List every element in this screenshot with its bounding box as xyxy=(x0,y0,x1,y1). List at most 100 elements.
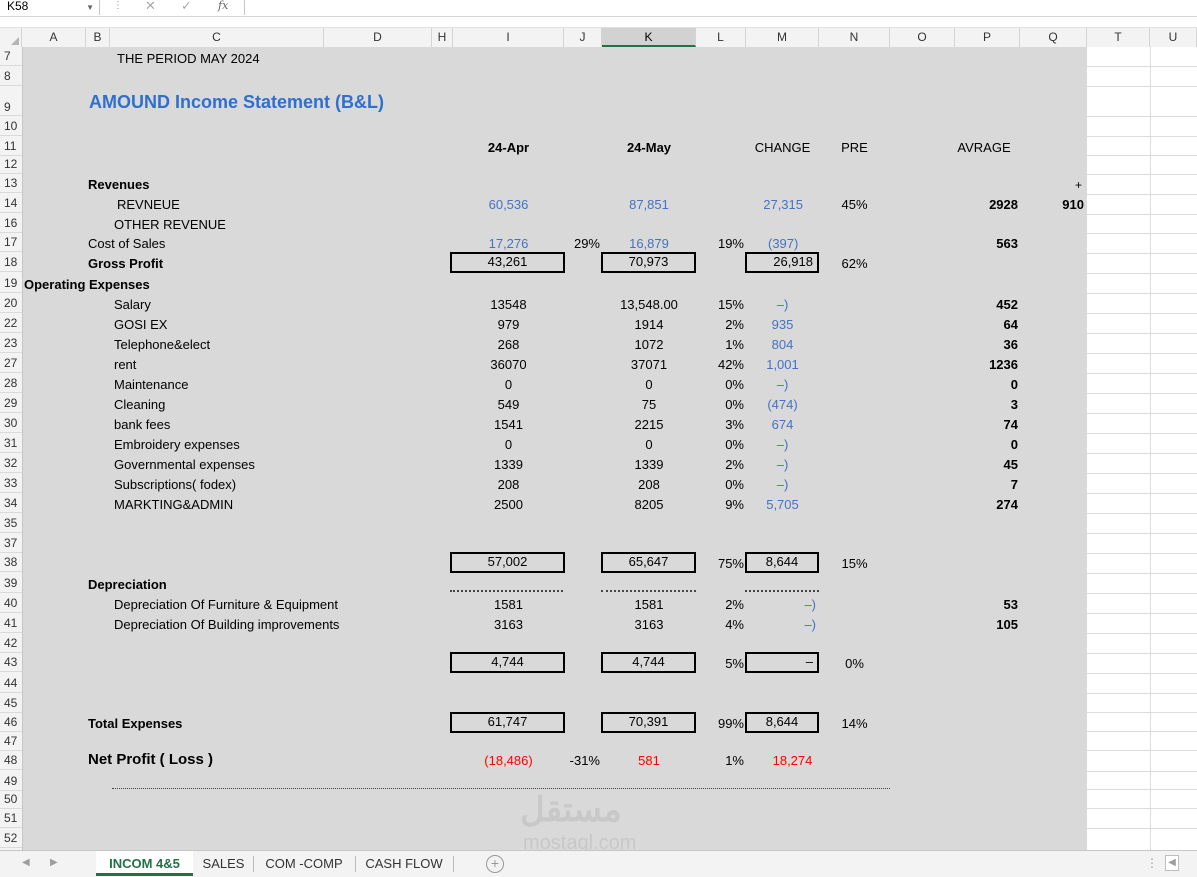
row-header[interactable]: 27 xyxy=(0,354,22,373)
row-header[interactable]: 29 xyxy=(0,394,22,413)
row-header[interactable]: 33 xyxy=(0,474,22,493)
row-header[interactable]: 39 xyxy=(0,574,22,593)
depreciation-item-apr: 3163 xyxy=(494,617,523,632)
total-expenses-pre: 14% xyxy=(841,716,868,731)
check-icon[interactable]: ✓ xyxy=(181,0,192,12)
col-header-u[interactable]: U xyxy=(1150,28,1197,47)
tab-cash-flow[interactable]: CASH FLOW xyxy=(356,851,452,876)
col-header-l[interactable]: L xyxy=(696,28,746,47)
expense-change: –) xyxy=(776,377,789,392)
tab-scroll-left-icon[interactable]: ◀ xyxy=(22,857,30,868)
scrollbar-grip-icon[interactable]: ⋮ xyxy=(1146,856,1158,870)
row-header[interactable]: 7 xyxy=(0,47,22,66)
net-profit-apr: (18,486) xyxy=(484,753,533,768)
row-header[interactable]: 47 xyxy=(0,732,22,751)
cost-of-sales-change: (397) xyxy=(768,236,799,251)
tab-com-comp[interactable]: COM -COMP xyxy=(254,851,354,876)
row-header[interactable]: 42 xyxy=(0,634,22,653)
row-header[interactable]: 9 xyxy=(0,87,22,116)
row-header[interactable]: 11 xyxy=(0,137,22,156)
row-header[interactable]: 8 xyxy=(0,67,22,86)
revenue-apr: 60,536 xyxy=(488,197,529,212)
net-profit-label: Net Profit ( Loss ) xyxy=(88,751,214,768)
total-expenses-pct: 99% xyxy=(717,716,744,731)
row-header[interactable]: 22 xyxy=(0,314,22,333)
col-header-c[interactable]: C xyxy=(110,28,324,47)
row-header[interactable]: 49 xyxy=(0,772,22,791)
expense-change: 804 xyxy=(771,337,794,352)
row-header[interactable]: 17 xyxy=(0,233,22,252)
expense-label: Governmental expenses xyxy=(114,457,255,472)
formula-bar-grip-icon[interactable]: ⋮ xyxy=(113,0,123,12)
expense-label: Embroidery expenses xyxy=(114,437,240,452)
row-header[interactable]: 14 xyxy=(0,194,22,213)
expense-change: –) xyxy=(776,297,789,312)
tab-sales[interactable]: SALES xyxy=(195,851,252,876)
row-header[interactable]: 20 xyxy=(0,294,22,313)
col-header-a[interactable]: A xyxy=(22,28,86,47)
row-header[interactable]: 32 xyxy=(0,454,22,473)
col-header-n[interactable]: N xyxy=(819,28,890,47)
cancel-icon[interactable]: ✕ xyxy=(145,0,156,12)
function-icon[interactable]: fx xyxy=(218,0,228,12)
row-header[interactable]: 43 xyxy=(0,653,22,672)
row-header[interactable]: 46 xyxy=(0,713,22,732)
select-all-button[interactable] xyxy=(0,28,22,47)
row-header[interactable]: 34 xyxy=(0,494,22,513)
col-header-b[interactable]: B xyxy=(86,28,110,47)
expense-may: 1072 xyxy=(634,337,664,352)
row-header[interactable]: 16 xyxy=(0,214,22,233)
row-header[interactable]: 38 xyxy=(0,553,22,572)
tab-scroll-right-icon[interactable]: ▶ xyxy=(50,857,58,868)
header-change: CHANGE xyxy=(754,140,811,155)
row-header[interactable]: 30 xyxy=(0,414,22,433)
row-header[interactable]: 28 xyxy=(0,374,22,393)
name-box[interactable]: K58 ▼ xyxy=(0,0,100,15)
col-header-j[interactable]: J xyxy=(564,28,602,47)
row-header[interactable]: 10 xyxy=(0,117,22,136)
col-header-m[interactable]: M xyxy=(746,28,819,47)
col-header-k[interactable]: K xyxy=(602,28,696,47)
col-header-t[interactable]: T xyxy=(1087,28,1150,47)
chevron-down-icon[interactable]: ▼ xyxy=(86,1,94,14)
hscroll-left-icon[interactable]: ◀ xyxy=(1165,855,1179,871)
row-header[interactable]: 45 xyxy=(0,694,22,713)
empty-grid-area[interactable] xyxy=(1087,47,1197,850)
col-header-i[interactable]: I xyxy=(453,28,564,47)
cost-of-sales-avg: 563 xyxy=(996,236,1018,251)
tab-incom-4-5[interactable]: INCOM 4&5 xyxy=(96,851,193,876)
expense-apr: 0 xyxy=(504,437,513,452)
row-header[interactable]: 12 xyxy=(0,155,22,174)
row-header[interactable]: 40 xyxy=(0,594,22,613)
col-header-h[interactable]: H xyxy=(432,28,453,47)
expense-label: rent xyxy=(114,357,137,372)
revenue-change: 27,315 xyxy=(763,197,803,212)
formula-input[interactable] xyxy=(246,0,1197,15)
row-header[interactable]: 37 xyxy=(0,534,22,553)
row-header[interactable]: 18 xyxy=(0,253,22,272)
row-header[interactable]: 48 xyxy=(0,751,22,770)
add-sheet-icon[interactable]: + xyxy=(486,855,504,873)
row-header[interactable]: 44 xyxy=(0,674,22,693)
opex-total-pct: 75% xyxy=(717,556,744,571)
total-expenses-apr: 61,747 xyxy=(450,712,565,733)
row-header[interactable]: 52 xyxy=(0,829,22,848)
col-header-d[interactable]: D xyxy=(324,28,432,47)
row-header[interactable]: 41 xyxy=(0,614,22,633)
col-header-p[interactable]: P xyxy=(955,28,1020,47)
col-header-o[interactable]: O xyxy=(890,28,955,47)
row-header[interactable]: 50 xyxy=(0,790,22,809)
cost-of-sales-apr-pct: 29% xyxy=(573,236,600,251)
expense-change: –) xyxy=(776,477,789,492)
row-header[interactable]: 19 xyxy=(0,274,22,293)
revenue-pre: 45% xyxy=(841,197,868,212)
expense-label: GOSI EX xyxy=(114,317,168,332)
col-header-q[interactable]: Q xyxy=(1020,28,1087,47)
row-header[interactable]: 13 xyxy=(0,174,22,193)
row-header[interactable]: 31 xyxy=(0,434,22,453)
row-header[interactable]: 51 xyxy=(0,809,22,828)
row-header[interactable]: 23 xyxy=(0,334,22,353)
depreciation-item-avg: 53 xyxy=(1003,597,1018,612)
expense-apr: 549 xyxy=(497,397,520,412)
row-header[interactable]: 35 xyxy=(0,514,22,533)
